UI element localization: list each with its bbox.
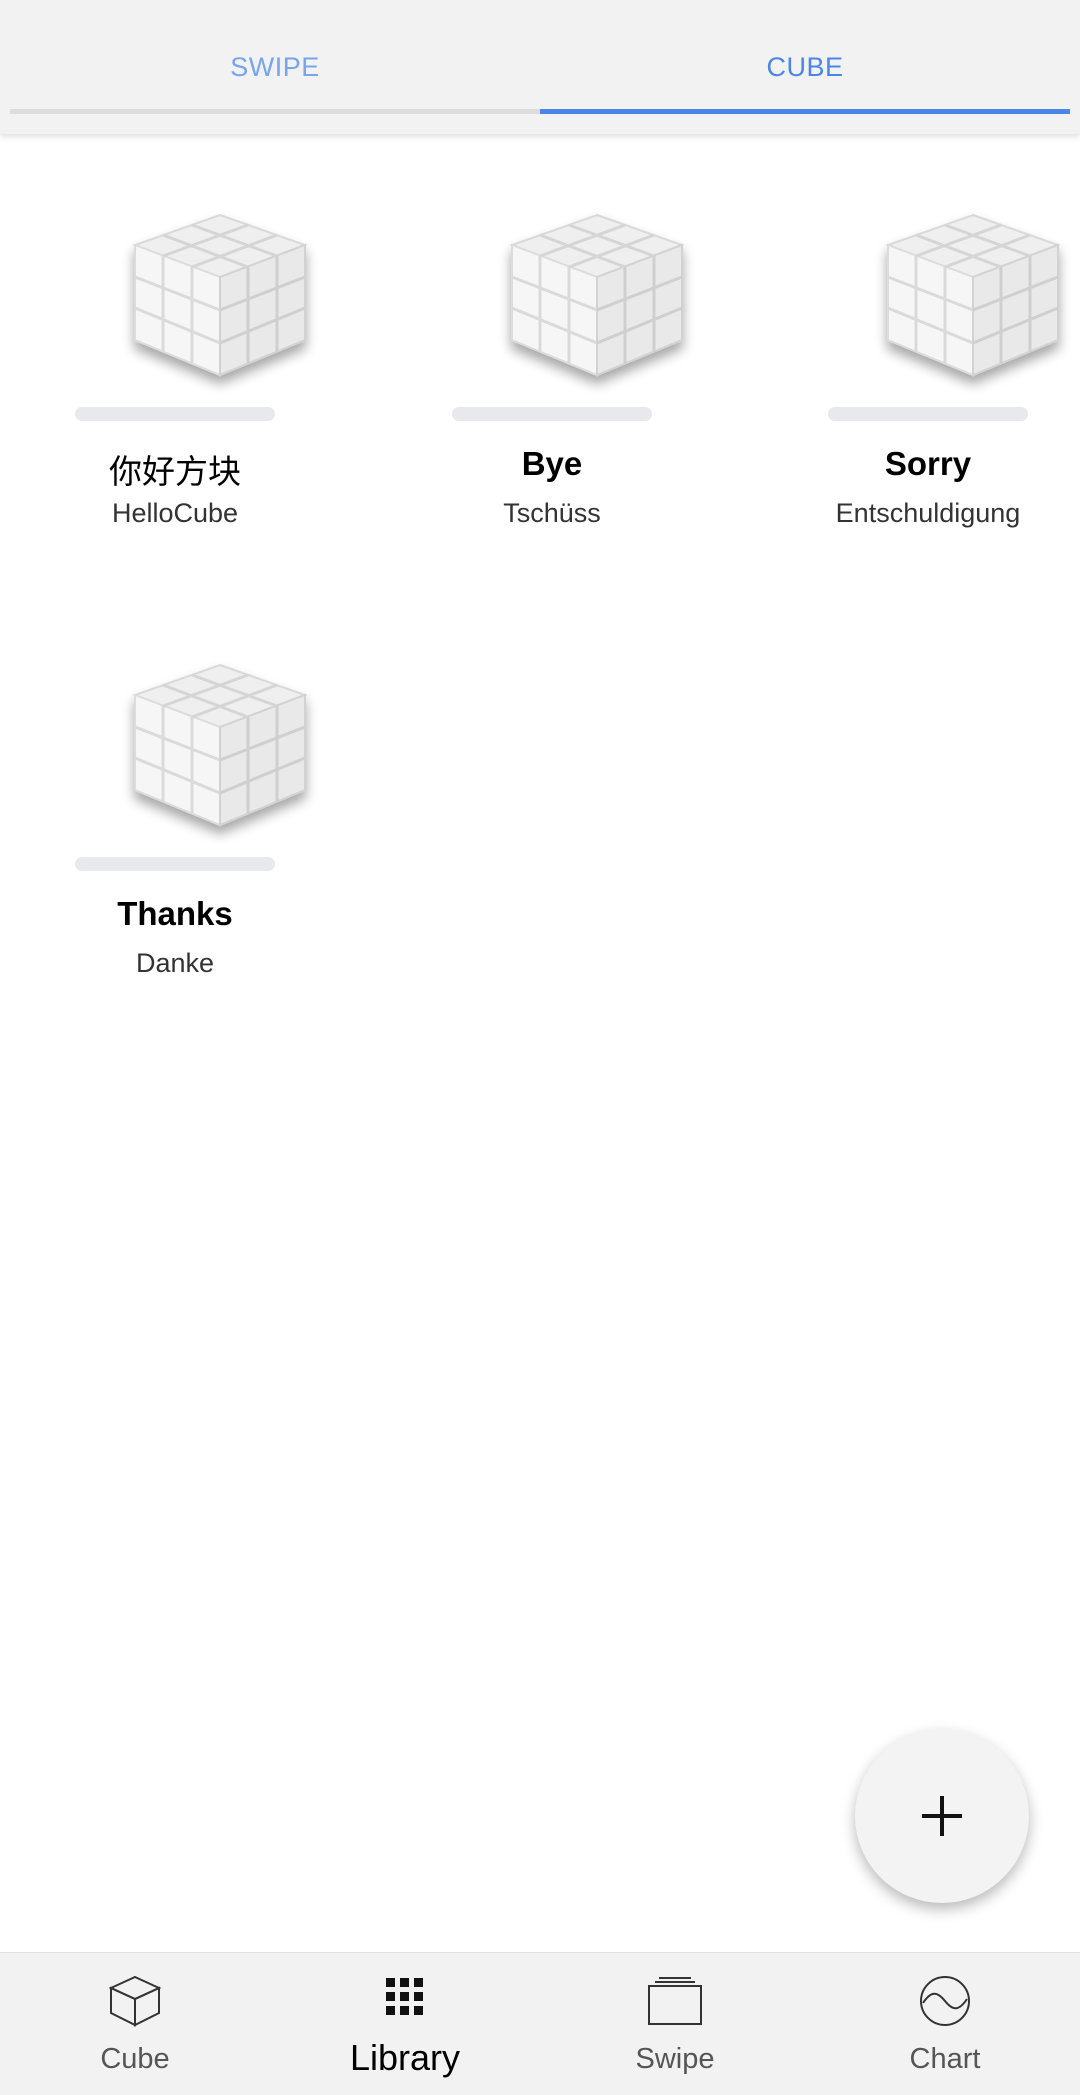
top-tab-bar: SWIPE CUBE [0,0,1080,134]
library-card-thanks[interactable]: Thanks Danke [50,645,350,1005]
card-subtitle: Danke [135,948,215,978]
grid-icon [386,1978,423,2015]
card-title: Thanks [117,895,233,932]
nav-label: Cube [100,2043,170,2075]
nav-label: Swipe [635,2043,715,2075]
library-card-hellocube[interactable]: 你好方块 HelloCube [50,195,350,555]
wave-circle-icon [920,1976,970,2026]
card-subtitle: HelloCube [111,498,239,528]
bottom-navigation: Cube Library Swipe Chart [0,1952,1080,2095]
card-title: Sorry [884,445,972,482]
add-button[interactable] [855,1729,1029,1903]
progress-bar [75,857,275,871]
stack-icon [648,1977,702,2025]
card-subtitle: Tschüss [503,498,601,528]
nav-label: Chart [909,2043,981,2075]
card-title: Bye [521,445,583,482]
cube-icon [497,195,697,395]
nav-item-library[interactable]: Library [270,1953,540,2095]
plus-icon [922,1796,962,1836]
tab-active-indicator [540,109,1070,114]
nav-item-cube[interactable]: Cube [0,1953,270,2095]
cube-icon [120,195,320,395]
library-card-bye[interactable]: Bye Tschüss [427,195,727,555]
cube-icon [873,195,1073,395]
nav-item-swipe[interactable]: Swipe [540,1953,810,2095]
progress-bar [452,407,652,421]
progress-bar [75,407,275,421]
card-subtitle: Entschuldigung [835,498,1021,528]
card-title: 你好方块 [109,453,241,490]
cube-icon [120,645,320,845]
nav-item-chart[interactable]: Chart [810,1953,1080,2095]
cube-outline-icon [108,1975,162,2027]
progress-bar [828,407,1028,421]
nav-label: Library [349,2037,461,2078]
library-card-sorry[interactable]: Sorry Entschuldigung [803,195,1080,555]
